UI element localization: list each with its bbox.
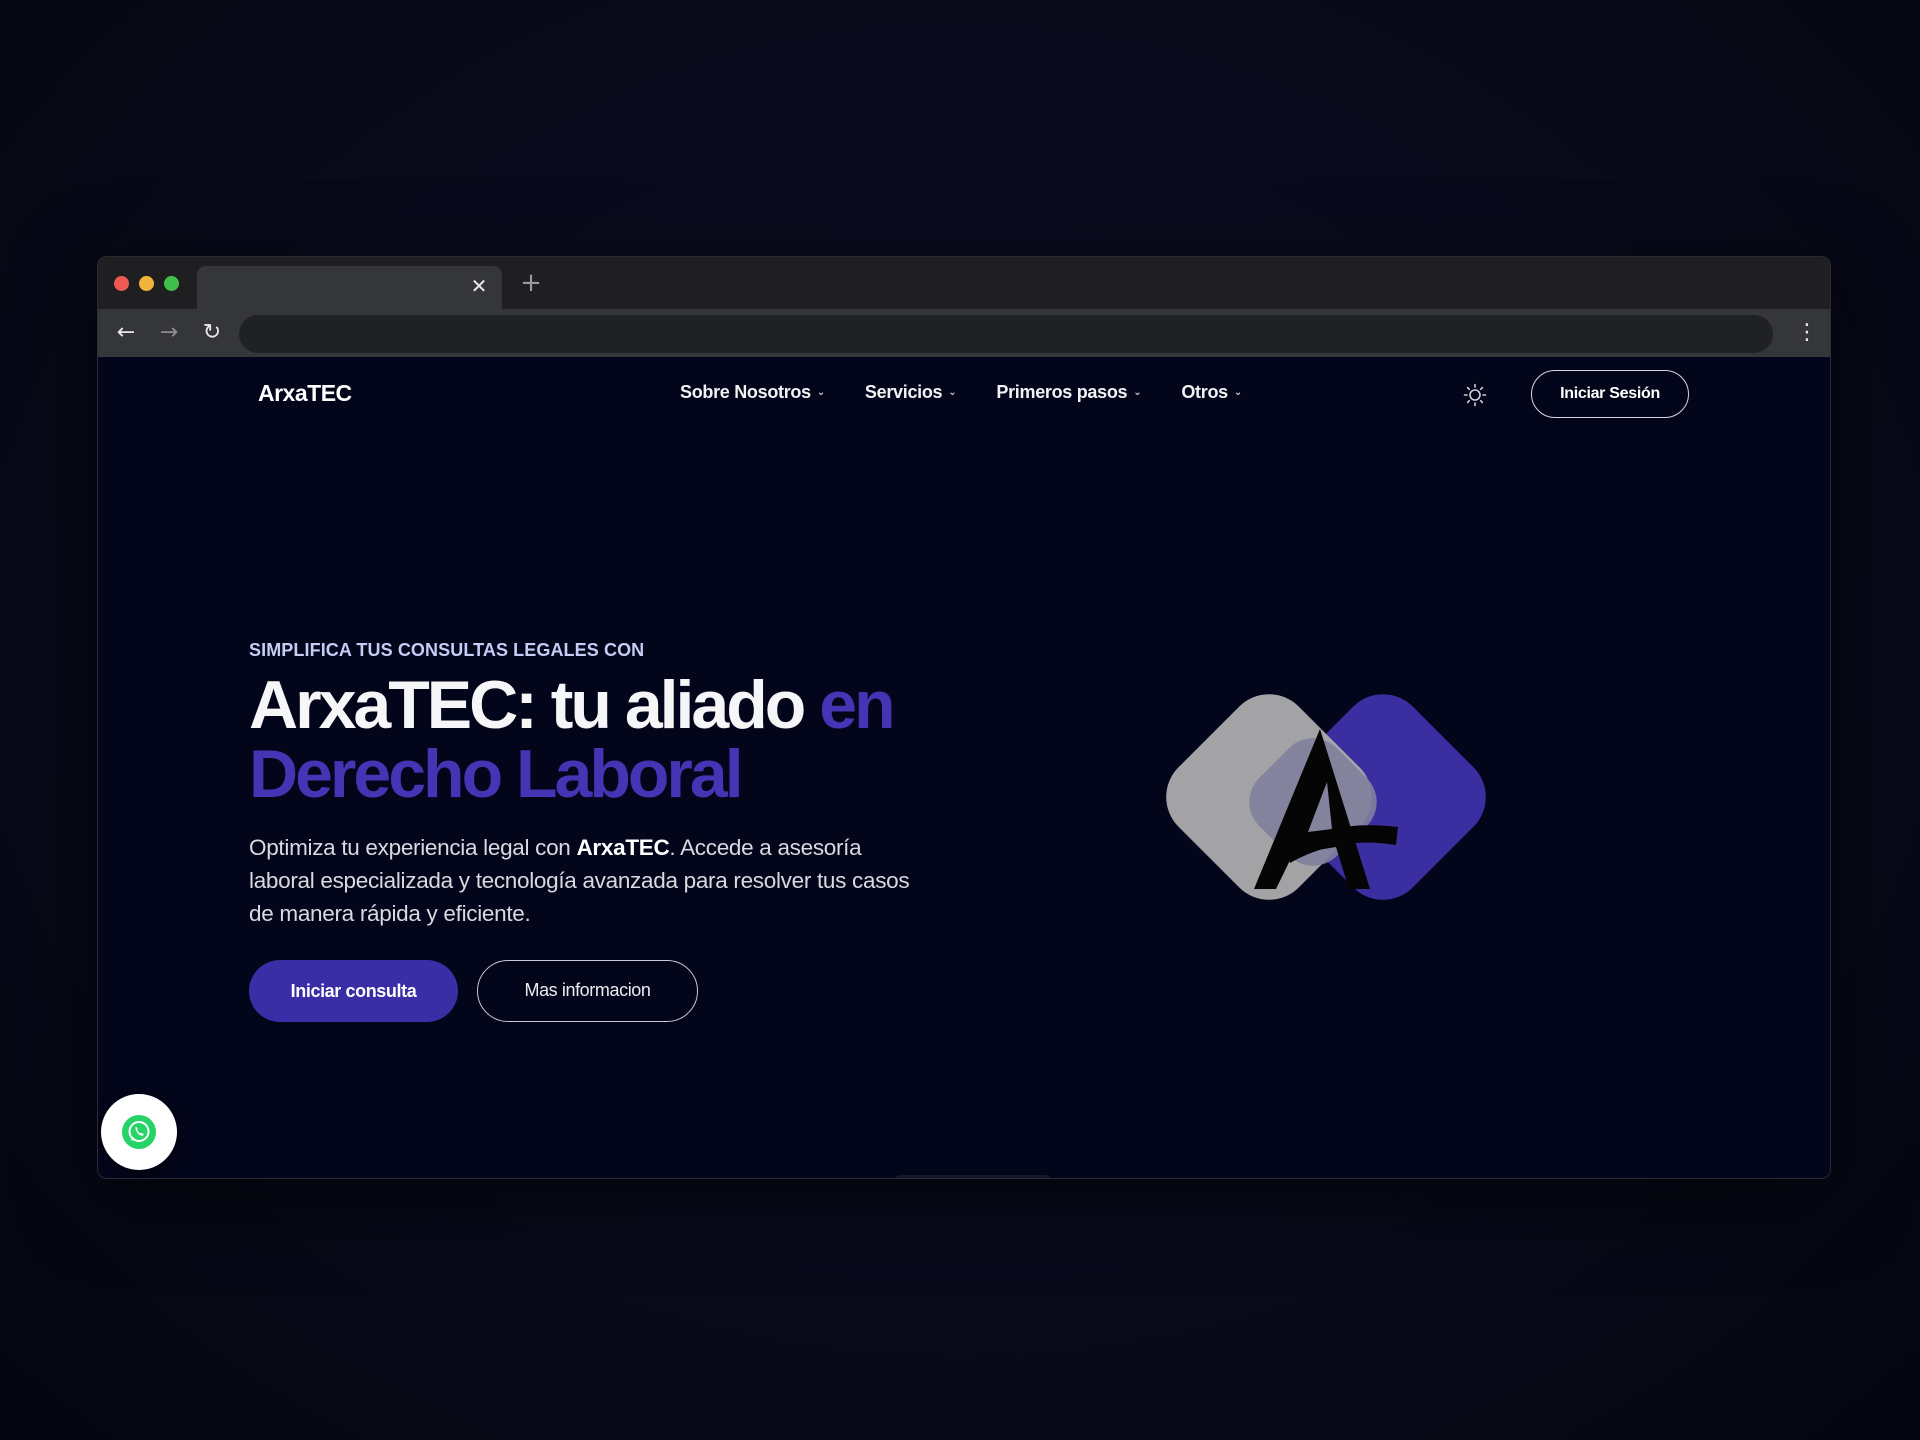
scroll-indicator[interactable] <box>893 1175 1053 1178</box>
hero-cta-group: Iniciar consulta Mas informacion <box>249 960 949 1022</box>
close-window-button[interactable] <box>114 276 129 291</box>
brand-logo-illustration <box>1166 694 1486 900</box>
chevron-down-icon: ⌄ <box>948 387 957 398</box>
site-logo[interactable]: ArxaTEC <box>258 380 352 407</box>
browser-window: ✕ + ← → ↻ ⋮ ArxaTEC Sobre Nosotros ⌄ Ser… <box>97 256 1831 1179</box>
chevron-down-icon: ⌄ <box>1133 387 1142 398</box>
nav-item-label: Otros <box>1181 382 1228 402</box>
nav-item-label: Servicios <box>864 382 943 402</box>
nav-item-servicios[interactable]: Servicios ⌄ <box>864 382 957 403</box>
nav-item-primeros-pasos[interactable]: Primeros pasos ⌄ <box>996 382 1141 403</box>
address-bar[interactable] <box>239 315 1773 353</box>
login-button[interactable]: Iniciar Sesión <box>1531 370 1689 418</box>
nav-item-sobre-nosotros[interactable]: Sobre Nosotros ⌄ <box>680 382 825 403</box>
browser-tab[interactable]: ✕ <box>197 266 502 309</box>
minimize-window-button[interactable] <box>139 276 154 291</box>
nav-item-label: Sobre Nosotros <box>680 382 811 402</box>
browser-toolbar: ← → ↻ ⋮ <box>98 309 1830 357</box>
start-consultation-button[interactable]: Iniciar consulta <box>249 960 458 1022</box>
main-nav: Sobre Nosotros ⌄ Servicios ⌄ Primeros pa… <box>680 382 1242 403</box>
kebab-menu-icon[interactable]: ⋮ <box>1796 319 1818 347</box>
tab-bar: ✕ + <box>98 257 1830 309</box>
chevron-down-icon: ⌄ <box>816 387 825 398</box>
hero-section: SIMPLIFICA TUS CONSULTAS LEGALES CON Arx… <box>249 640 949 1022</box>
hero-eyebrow: SIMPLIFICA TUS CONSULTAS LEGALES CON <box>249 640 645 660</box>
hero-description: Optimiza tu experiencia legal con ArxaTE… <box>249 831 929 930</box>
more-info-button[interactable]: Mas informacion <box>477 960 698 1022</box>
desc-brand: ArxaTEC <box>576 835 670 860</box>
hero-headline: ArxaTEC: tu aliado en Derecho Laboral <box>249 671 949 809</box>
whatsapp-button[interactable] <box>101 1094 177 1170</box>
headline-accent: en <box>819 667 895 743</box>
theme-toggle-button[interactable] <box>1462 382 1488 408</box>
back-arrow-icon[interactable]: ← <box>112 319 140 347</box>
sun-icon <box>1463 383 1487 407</box>
close-icon[interactable]: ✕ <box>468 275 490 297</box>
whatsapp-icon <box>122 1115 156 1149</box>
nav-item-otros[interactable]: Otros ⌄ <box>1181 382 1242 403</box>
plus-icon[interactable]: + <box>518 270 544 296</box>
web-page: ArxaTEC Sobre Nosotros ⌄ Servicios ⌄ Pri… <box>98 357 1830 1178</box>
headline-text: ArxaTEC: tu aliado <box>249 667 820 743</box>
headline-accent: Derecho Laboral <box>249 736 744 812</box>
forward-arrow-icon[interactable]: → <box>155 319 183 347</box>
reload-icon[interactable]: ↻ <box>198 319 226 347</box>
nav-item-label: Primeros pasos <box>996 382 1128 402</box>
desc-text: Optimiza tu experiencia legal con <box>249 835 577 860</box>
chevron-down-icon: ⌄ <box>1233 387 1242 398</box>
maximize-window-button[interactable] <box>164 276 179 291</box>
